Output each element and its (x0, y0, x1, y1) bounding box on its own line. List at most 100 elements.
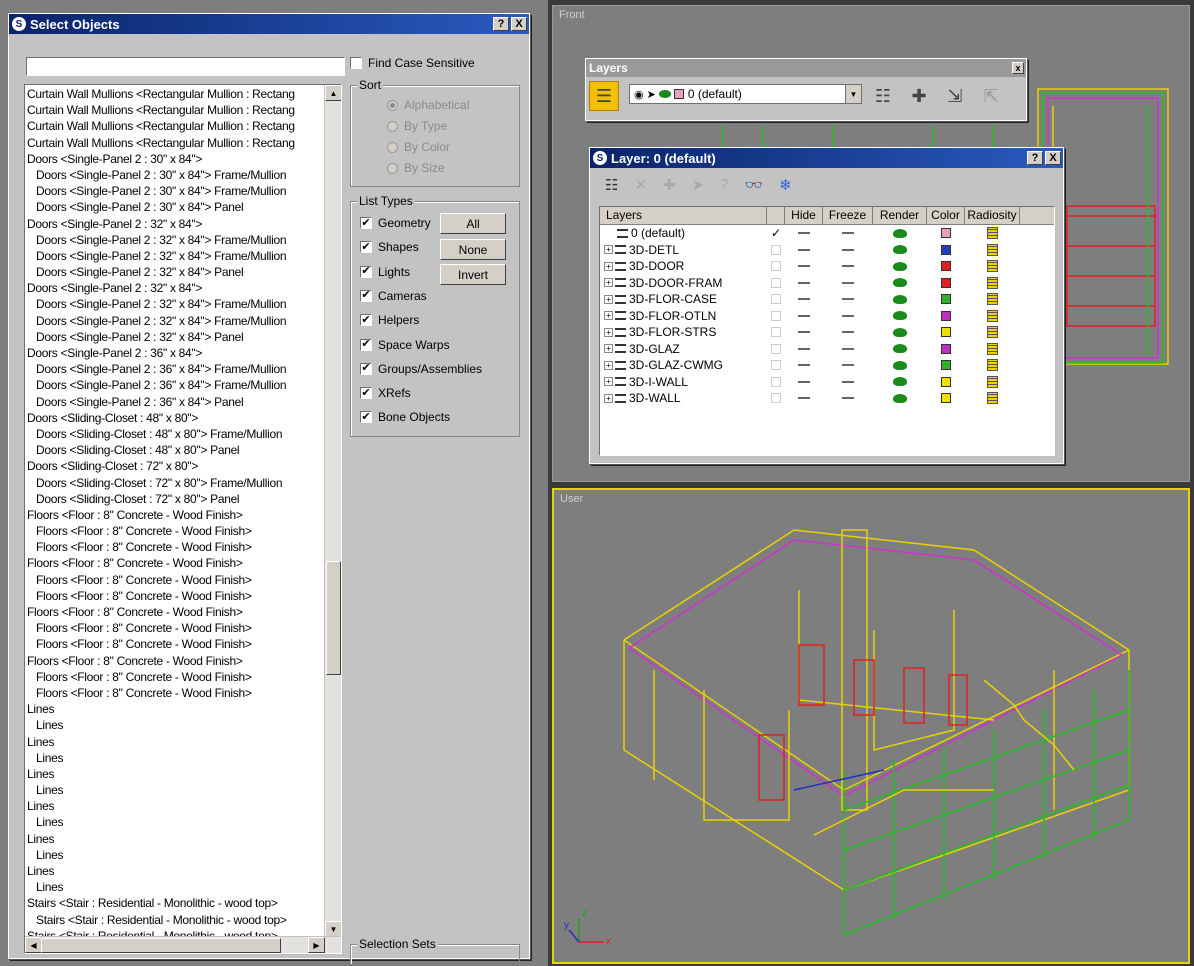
list-item[interactable]: Lines (25, 831, 341, 847)
layer-name-cell[interactable]: +3D-WALL (600, 390, 767, 407)
layer-manager-icon[interactable]: ☰ (589, 81, 619, 111)
color-swatch[interactable] (941, 360, 951, 371)
col-hide[interactable]: Hide (785, 207, 823, 224)
scroll-right-arrow-icon[interactable]: ▶ (308, 937, 325, 953)
layer-name-cell[interactable]: +3D-DOOR-FRAM (600, 275, 767, 292)
list-item[interactable]: Lines (25, 879, 341, 895)
color-swatch[interactable] (941, 261, 951, 272)
hide-cell[interactable] (785, 390, 823, 407)
current-checkbox[interactable] (771, 376, 781, 387)
current-layer-cell[interactable] (767, 308, 785, 325)
radiosity-cell[interactable] (965, 242, 1020, 259)
add-to-layer-icon[interactable]: ✚ (904, 81, 934, 111)
current-checkbox[interactable] (771, 244, 781, 255)
color-cell[interactable] (927, 374, 965, 391)
list-item[interactable]: Floors <Floor : 8" Concrete - Wood Finis… (25, 588, 341, 604)
current-checkbox[interactable] (771, 360, 781, 371)
list-type-option[interactable]: ✔ Shapes (360, 240, 419, 254)
list-item[interactable]: Floors <Floor : 8" Concrete - Wood Finis… (25, 555, 341, 571)
list-item[interactable]: Floors <Floor : 8" Concrete - Wood Finis… (25, 669, 341, 685)
list-item[interactable]: Curtain Wall Mullions <Rectangular Mulli… (25, 102, 341, 118)
render-cell[interactable] (873, 390, 927, 407)
freeze-cell[interactable] (823, 374, 873, 391)
layer-row[interactable]: +3D-DOOR (600, 258, 1054, 275)
check-icon[interactable]: ✔ (360, 411, 372, 424)
list-item[interactable]: Floors <Floor : 8" Concrete - Wood Finis… (25, 653, 341, 669)
color-cell[interactable] (927, 242, 965, 259)
layer-row[interactable]: 0 (default) ✓ (600, 225, 1054, 242)
expand-icon[interactable]: + (604, 294, 613, 304)
color-swatch[interactable] (941, 277, 951, 288)
layer-name-cell[interactable]: +3D-FLOR-OTLN (600, 308, 767, 325)
current-layer-cell[interactable] (767, 291, 785, 308)
current-layer-cell[interactable] (767, 258, 785, 275)
sort-by-type[interactable]: By Type (387, 119, 447, 133)
set-current-layer-icon[interactable]: ⇱ (976, 81, 1006, 111)
list-item[interactable]: Doors <Single-Panel 2 : 36" x 84"> Frame… (25, 361, 341, 377)
layer-name-cell[interactable]: 0 (default) (600, 225, 767, 242)
sort-alphabetical[interactable]: Alphabetical (387, 98, 469, 112)
list-item[interactable]: Curtain Wall Mullions <Rectangular Mulli… (25, 135, 341, 151)
expand-icon[interactable]: + (604, 278, 613, 288)
render-cell[interactable] (873, 357, 927, 374)
list-item[interactable]: Curtain Wall Mullions <Rectangular Mulli… (25, 118, 341, 134)
list-item[interactable]: Floors <Floor : 8" Concrete - Wood Finis… (25, 620, 341, 636)
list-type-option[interactable]: ✔ Groups/Assemblies (360, 362, 482, 376)
radiosity-cell[interactable] (965, 374, 1020, 391)
hide-cell[interactable] (785, 374, 823, 391)
check-icon[interactable]: ✔ (360, 387, 372, 400)
layer-row[interactable]: +3D-WALL (600, 390, 1054, 407)
invert-button[interactable]: Invert (440, 264, 506, 285)
close-button[interactable]: X (511, 17, 527, 31)
layer-row[interactable]: +3D-GLAZ (600, 341, 1054, 358)
list-item[interactable]: Doors <Sliding-Closet : 48" x 80"> (25, 410, 341, 426)
list-horizontal-scrollbar[interactable]: ◀ ▶ (25, 936, 341, 953)
render-cell[interactable] (873, 324, 927, 341)
list-vertical-scrollbar[interactable]: ▲ ▼ (324, 85, 341, 937)
hide-cell[interactable] (785, 341, 823, 358)
layer-row[interactable]: +3D-FLOR-OTLN (600, 308, 1054, 325)
list-item[interactable]: Curtain Wall Mullions <Rectangular Mulli… (25, 86, 341, 102)
layer-name-cell[interactable]: +3D-I-WALL (600, 374, 767, 391)
hide-cell[interactable] (785, 242, 823, 259)
scroll-left-arrow-icon[interactable]: ◀ (25, 937, 42, 953)
list-type-option[interactable]: ✔ XRefs (360, 386, 411, 400)
sort-by-size[interactable]: By Size (387, 161, 445, 175)
layer-row[interactable]: +3D-I-WALL (600, 374, 1054, 391)
render-cell[interactable] (873, 374, 927, 391)
select-objects-titlebar[interactable]: S Select Objects ? X (9, 14, 529, 34)
list-item[interactable]: Doors <Single-Panel 2 : 36" x 84"> (25, 345, 341, 361)
layer-help-button[interactable]: ? (1027, 151, 1043, 165)
color-swatch[interactable] (941, 310, 951, 321)
layer-row[interactable]: +3D-DOOR-FRAM (600, 275, 1054, 292)
list-item[interactable]: Lines (25, 766, 341, 782)
search-input[interactable] (26, 57, 345, 76)
list-item[interactable]: Doors <Sliding-Closet : 72" x 80"> Panel (25, 491, 341, 507)
radio-icon[interactable] (387, 120, 398, 132)
list-item[interactable]: Lines (25, 798, 341, 814)
list-item[interactable]: Floors <Floor : 8" Concrete - Wood Finis… (25, 523, 341, 539)
list-item[interactable]: Floors <Floor : 8" Concrete - Wood Finis… (25, 539, 341, 555)
radiosity-cell[interactable] (965, 225, 1020, 242)
layers-toolbar-titlebar[interactable]: Layers x (586, 59, 1026, 77)
current-layer-cell[interactable] (767, 357, 785, 374)
current-checkbox[interactable] (771, 294, 781, 305)
radiosity-cell[interactable] (965, 357, 1020, 374)
list-item[interactable]: Lines (25, 847, 341, 863)
color-cell[interactable] (927, 390, 965, 407)
current-layer-cell[interactable] (767, 341, 785, 358)
freeze-cell[interactable] (823, 308, 873, 325)
color-cell[interactable] (927, 291, 965, 308)
create-layer-icon[interactable]: ☷ (605, 176, 618, 194)
color-swatch[interactable] (941, 244, 951, 255)
current-layer-cell[interactable] (767, 242, 785, 259)
all-button[interactable]: All (440, 213, 506, 234)
freeze-cell[interactable] (823, 291, 873, 308)
current-layer-cell[interactable]: ✓ (767, 225, 785, 242)
help-button[interactable]: ? (493, 17, 509, 31)
color-swatch[interactable] (941, 228, 951, 239)
list-item[interactable]: Floors <Floor : 8" Concrete - Wood Finis… (25, 507, 341, 523)
hide-cell[interactable] (785, 324, 823, 341)
layer-row[interactable]: +3D-GLAZ-CWMG (600, 357, 1054, 374)
col-render[interactable]: Render (873, 207, 927, 224)
